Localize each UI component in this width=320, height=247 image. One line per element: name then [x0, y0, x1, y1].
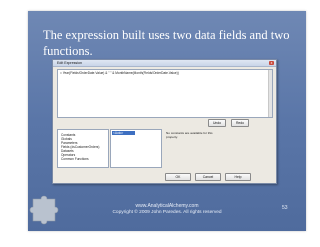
page: The expression built uses two data field…: [0, 0, 320, 247]
category-tree[interactable]: Constants Globals Parameters Fields (dsC…: [57, 129, 109, 168]
item-list[interactable]: <Auto>: [110, 129, 162, 168]
puzzle-piece-icon: [29, 195, 59, 225]
cancel-button[interactable]: Cancel: [195, 173, 221, 181]
description-panel: No constants are available for this prop…: [163, 129, 273, 168]
edit-expression-dialog: Edit Expression x = Year(Fields!OrderDat…: [52, 59, 277, 184]
footer-site: www.AnalyticalAlchemy.com: [135, 203, 199, 209]
dialog-titlebar: Edit Expression x: [53, 60, 276, 67]
description-text: No constants are available for this prop…: [166, 131, 213, 139]
footer-copyright: Copyright © 2009 John Paredes. All right…: [112, 210, 222, 215]
ok-button[interactable]: OK: [165, 173, 191, 181]
expression-scrollbar[interactable]: [268, 70, 272, 117]
expression-editor[interactable]: = Year(Fields!OrderDate.Value) & " " & M…: [57, 69, 273, 118]
help-button[interactable]: Help: [225, 173, 251, 181]
expression-text[interactable]: = Year(Fields!OrderDate.Value) & " " & M…: [60, 71, 179, 76]
list-item-auto[interactable]: <Auto>: [112, 131, 135, 135]
slide-title: The expression built uses two data field…: [43, 28, 290, 58]
redo-button[interactable]: Redo: [231, 119, 249, 127]
page-number: 53: [282, 205, 288, 211]
tree-item-common-functions[interactable]: Common Functions: [61, 157, 89, 161]
dialog-title: Edit Expression: [57, 61, 82, 65]
undo-button[interactable]: Undo: [208, 119, 226, 127]
close-icon[interactable]: x: [269, 61, 274, 65]
